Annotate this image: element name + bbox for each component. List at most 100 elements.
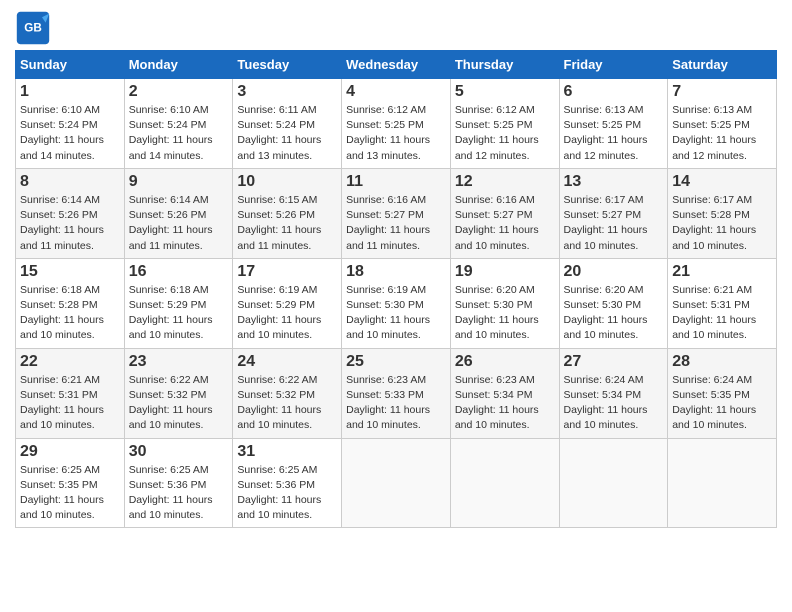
day-number: 13	[564, 173, 664, 191]
day-number: 26	[455, 353, 555, 371]
day-number: 9	[129, 173, 229, 191]
day-number: 27	[564, 353, 664, 371]
day-number: 30	[129, 443, 229, 461]
day-info: Sunrise: 6:21 AM Sunset: 5:31 PM Dayligh…	[672, 283, 772, 344]
calendar-cell: 1Sunrise: 6:10 AM Sunset: 5:24 PM Daylig…	[16, 79, 125, 169]
calendar-week-2: 15 Sunrise: 6:18 AM Sunset: 5:28 PM Dayli…	[16, 258, 777, 348]
day-info: Sunrise: 6:12 AM Sunset: 5:25 PM Dayligh…	[346, 103, 446, 164]
calendar-table: SundayMondayTuesdayWednesdayThursdayFrid…	[15, 50, 777, 528]
calendar-cell: 23 Sunrise: 6:22 AM Sunset: 5:32 PM Dayli…	[124, 348, 233, 438]
calendar-cell: 21Sunrise: 6:21 AM Sunset: 5:31 PM Dayli…	[668, 258, 777, 348]
calendar-cell: 14 Sunrise: 6:17 AM Sunset: 5:28 PM Dayli…	[668, 168, 777, 258]
header-tuesday: Tuesday	[233, 51, 342, 79]
day-info: Sunrise: 6:18 AM Sunset: 5:28 PM Dayligh…	[20, 283, 120, 344]
calendar-cell: 27 Sunrise: 6:24 AM Sunset: 5:34 PM Dayli…	[559, 348, 668, 438]
day-info: Sunrise: 6:22 AM Sunset: 5:32 PM Dayligh…	[129, 373, 229, 434]
day-number: 20	[564, 263, 664, 281]
day-number: 15	[20, 263, 120, 281]
day-info: Sunrise: 6:17 AM Sunset: 5:28 PM Dayligh…	[672, 193, 772, 254]
day-info: Sunrise: 6:25 AM Sunset: 5:36 PM Dayligh…	[129, 463, 229, 524]
day-number: 14	[672, 173, 772, 191]
calendar-week-0: 1Sunrise: 6:10 AM Sunset: 5:24 PM Daylig…	[16, 79, 777, 169]
calendar-cell	[450, 438, 559, 528]
day-info: Sunrise: 6:10 AM Sunset: 5:24 PM Dayligh…	[129, 103, 229, 164]
calendar-week-1: 8Sunrise: 6:14 AM Sunset: 5:26 PM Daylig…	[16, 168, 777, 258]
day-info: Sunrise: 6:17 AM Sunset: 5:27 PM Dayligh…	[564, 193, 664, 254]
header-saturday: Saturday	[668, 51, 777, 79]
day-number: 4	[346, 83, 446, 101]
day-info: Sunrise: 6:23 AM Sunset: 5:33 PM Dayligh…	[346, 373, 446, 434]
calendar-cell: 28 Sunrise: 6:24 AM Sunset: 5:35 PM Dayli…	[668, 348, 777, 438]
header-sunday: Sunday	[16, 51, 125, 79]
day-number: 11	[346, 173, 446, 191]
day-info: Sunrise: 6:20 AM Sunset: 5:30 PM Dayligh…	[455, 283, 555, 344]
calendar-cell: 26 Sunrise: 6:23 AM Sunset: 5:34 PM Dayli…	[450, 348, 559, 438]
calendar-cell: 15 Sunrise: 6:18 AM Sunset: 5:28 PM Dayli…	[16, 258, 125, 348]
logo: GB	[15, 10, 55, 46]
header-wednesday: Wednesday	[342, 51, 451, 79]
calendar-cell: 7 Sunrise: 6:13 AM Sunset: 5:25 PM Daylig…	[668, 79, 777, 169]
day-info: Sunrise: 6:13 AM Sunset: 5:25 PM Dayligh…	[672, 103, 772, 164]
calendar-cell: 20 Sunrise: 6:20 AM Sunset: 5:30 PM Dayli…	[559, 258, 668, 348]
day-number: 10	[237, 173, 337, 191]
page-header: GB	[15, 10, 777, 46]
day-info: Sunrise: 6:11 AM Sunset: 5:24 PM Dayligh…	[237, 103, 337, 164]
logo-icon: GB	[15, 10, 51, 46]
calendar-cell: 24 Sunrise: 6:22 AM Sunset: 5:32 PM Dayli…	[233, 348, 342, 438]
day-number: 7	[672, 83, 772, 101]
day-number: 23	[129, 353, 229, 371]
calendar-cell: 6 Sunrise: 6:13 AM Sunset: 5:25 PM Daylig…	[559, 79, 668, 169]
calendar-cell: 30 Sunrise: 6:25 AM Sunset: 5:36 PM Dayli…	[124, 438, 233, 528]
calendar-cell: 11 Sunrise: 6:16 AM Sunset: 5:27 PM Dayli…	[342, 168, 451, 258]
day-info: Sunrise: 6:19 AM Sunset: 5:30 PM Dayligh…	[346, 283, 446, 344]
svg-text:GB: GB	[24, 22, 42, 35]
day-number: 19	[455, 263, 555, 281]
day-number: 6	[564, 83, 664, 101]
day-number: 17	[237, 263, 337, 281]
day-info: Sunrise: 6:24 AM Sunset: 5:34 PM Dayligh…	[564, 373, 664, 434]
day-info: Sunrise: 6:13 AM Sunset: 5:25 PM Dayligh…	[564, 103, 664, 164]
day-number: 22	[20, 353, 120, 371]
day-number: 12	[455, 173, 555, 191]
day-number: 16	[129, 263, 229, 281]
day-info: Sunrise: 6:25 AM Sunset: 5:36 PM Dayligh…	[237, 463, 337, 524]
calendar-header-row: SundayMondayTuesdayWednesdayThursdayFrid…	[16, 51, 777, 79]
day-info: Sunrise: 6:25 AM Sunset: 5:35 PM Dayligh…	[20, 463, 120, 524]
day-info: Sunrise: 6:21 AM Sunset: 5:31 PM Dayligh…	[20, 373, 120, 434]
calendar-cell: 18Sunrise: 6:19 AM Sunset: 5:30 PM Dayli…	[342, 258, 451, 348]
day-info: Sunrise: 6:24 AM Sunset: 5:35 PM Dayligh…	[672, 373, 772, 434]
calendar-cell: 22 Sunrise: 6:21 AM Sunset: 5:31 PM Dayli…	[16, 348, 125, 438]
calendar-cell: 25Sunrise: 6:23 AM Sunset: 5:33 PM Dayli…	[342, 348, 451, 438]
calendar-cell: 12Sunrise: 6:16 AM Sunset: 5:27 PM Dayli…	[450, 168, 559, 258]
day-info: Sunrise: 6:16 AM Sunset: 5:27 PM Dayligh…	[346, 193, 446, 254]
calendar-cell: 9 Sunrise: 6:14 AM Sunset: 5:26 PM Daylig…	[124, 168, 233, 258]
calendar-cell: 10Sunrise: 6:15 AM Sunset: 5:26 PM Dayli…	[233, 168, 342, 258]
calendar-cell: 4 Sunrise: 6:12 AM Sunset: 5:25 PM Daylig…	[342, 79, 451, 169]
calendar-cell: 13 Sunrise: 6:17 AM Sunset: 5:27 PM Dayli…	[559, 168, 668, 258]
day-number: 3	[237, 83, 337, 101]
calendar-cell	[559, 438, 668, 528]
day-info: Sunrise: 6:12 AM Sunset: 5:25 PM Dayligh…	[455, 103, 555, 164]
calendar-cell: 19 Sunrise: 6:20 AM Sunset: 5:30 PM Dayli…	[450, 258, 559, 348]
day-number: 24	[237, 353, 337, 371]
day-info: Sunrise: 6:10 AM Sunset: 5:24 PM Dayligh…	[20, 103, 120, 164]
day-info: Sunrise: 6:14 AM Sunset: 5:26 PM Dayligh…	[20, 193, 120, 254]
day-info: Sunrise: 6:14 AM Sunset: 5:26 PM Dayligh…	[129, 193, 229, 254]
day-info: Sunrise: 6:23 AM Sunset: 5:34 PM Dayligh…	[455, 373, 555, 434]
day-number: 28	[672, 353, 772, 371]
day-number: 2	[129, 83, 229, 101]
calendar-cell: 2 Sunrise: 6:10 AM Sunset: 5:24 PM Daylig…	[124, 79, 233, 169]
calendar-cell: 31 Sunrise: 6:25 AM Sunset: 5:36 PM Dayli…	[233, 438, 342, 528]
day-info: Sunrise: 6:20 AM Sunset: 5:30 PM Dayligh…	[564, 283, 664, 344]
day-number: 29	[20, 443, 120, 461]
day-number: 31	[237, 443, 337, 461]
calendar-cell: 8Sunrise: 6:14 AM Sunset: 5:26 PM Daylig…	[16, 168, 125, 258]
calendar-week-4: 29 Sunrise: 6:25 AM Sunset: 5:35 PM Dayli…	[16, 438, 777, 528]
calendar-week-3: 22 Sunrise: 6:21 AM Sunset: 5:31 PM Dayli…	[16, 348, 777, 438]
calendar-cell: 3 Sunrise: 6:11 AM Sunset: 5:24 PM Daylig…	[233, 79, 342, 169]
day-info: Sunrise: 6:19 AM Sunset: 5:29 PM Dayligh…	[237, 283, 337, 344]
day-info: Sunrise: 6:18 AM Sunset: 5:29 PM Dayligh…	[129, 283, 229, 344]
header-thursday: Thursday	[450, 51, 559, 79]
day-info: Sunrise: 6:22 AM Sunset: 5:32 PM Dayligh…	[237, 373, 337, 434]
day-number: 5	[455, 83, 555, 101]
